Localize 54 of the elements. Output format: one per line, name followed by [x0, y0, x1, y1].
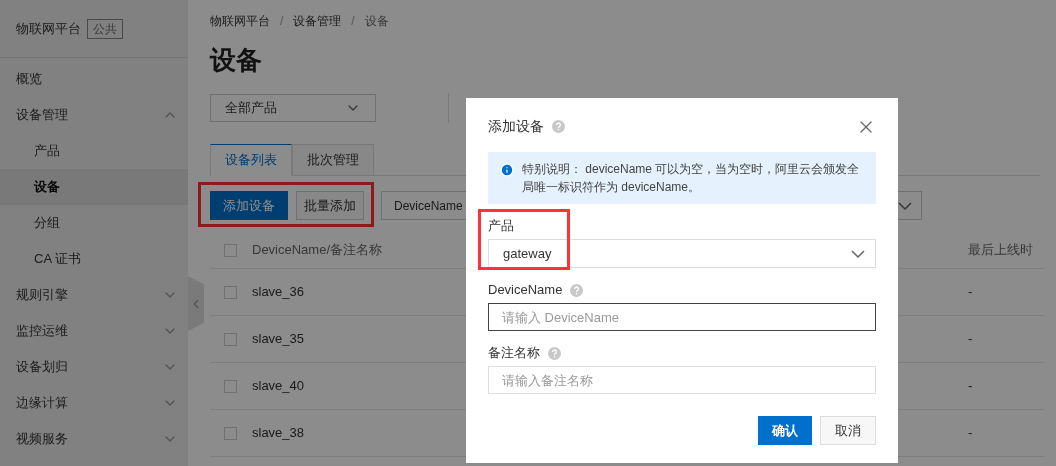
tab[interactable]: 设备列表 [210, 144, 292, 176]
public-tag: 公共 [87, 18, 123, 39]
help-icon [570, 283, 584, 297]
chevron-down-icon [898, 201, 912, 210]
confirm-button[interactable]: 确认 [758, 416, 812, 445]
column-header: 最后上线时 [968, 241, 1034, 260]
device-name-cell-text: slave_38 [252, 424, 305, 443]
device-name-cell-text: slave_40 [252, 377, 305, 396]
sidebar-item[interactable]: 视频服务 [0, 421, 188, 457]
sidebar-item[interactable]: 规则引擎 [0, 277, 188, 313]
sidebar-item[interactable]: 设备管理 [0, 97, 188, 133]
sidebar-item[interactable]: 产品 [0, 133, 188, 169]
last-online-cell-text: - [968, 330, 974, 349]
last-online-cell-text: - [968, 424, 974, 443]
last-online-cell-text: - [968, 377, 974, 396]
tab[interactable]: 批次管理 [292, 144, 374, 176]
sidebar-item[interactable]: 设备 [0, 169, 188, 205]
dialog-title: 添加设备 [488, 117, 544, 136]
last-online-cell-text: - [968, 283, 974, 302]
sidebar-item[interactable]: 分组 [0, 205, 188, 241]
breadcrumb-current: 设备 [364, 13, 389, 30]
product-select[interactable]: 全部产品 [210, 94, 376, 122]
field-label: 产品 [488, 217, 514, 236]
sidebar-item[interactable]: 边缘计算 [0, 385, 188, 421]
select-all-checkbox[interactable] [224, 243, 237, 257]
add-device-button[interactable]: 添加设备 [210, 191, 288, 220]
field-label: DeviceName [488, 281, 563, 300]
help-icon [552, 120, 565, 133]
cancel-button[interactable]: 取消 [820, 416, 876, 445]
row-checkbox[interactable] [224, 285, 237, 299]
breadcrumb-separator: / [280, 13, 284, 30]
device-name-cell-text: slave_35 [252, 330, 305, 349]
row-checkbox[interactable] [224, 332, 237, 346]
product-select[interactable]: gateway [488, 239, 876, 268]
page-title: 设备 [210, 44, 263, 76]
notice-text: 特别说明： deviceName 可以为空，当为空时，阿里云会颁发全局唯一标识符作为 deviceName。 [522, 161, 861, 196]
info-icon [500, 163, 514, 177]
device-name-cell-text: slave_36 [252, 283, 305, 302]
field-label: 备注名称 [488, 344, 540, 363]
sidebar-item[interactable]: 概览 [0, 61, 188, 97]
sidebar-item[interactable]: CA 证书 [0, 241, 188, 277]
breadcrumb-separator: / [351, 13, 355, 30]
sidebar-item[interactable]: 设备划归 [0, 349, 188, 385]
text-field[interactable]: 请输入 DeviceName [488, 303, 876, 331]
help-icon [548, 346, 561, 360]
breadcrumb-link[interactable]: 物联网平台 [210, 12, 270, 30]
batch-add-button[interactable]: 批量添加 [296, 191, 364, 220]
chevron-down-icon [851, 249, 865, 258]
row-checkbox[interactable] [224, 426, 237, 440]
sidebar-item[interactable]: 监控运维 [0, 313, 188, 349]
app-title: 物联网平台 [16, 19, 81, 38]
breadcrumb-link[interactable]: 设备管理 [293, 12, 342, 30]
row-checkbox[interactable] [224, 379, 237, 393]
column-header: DeviceName/备注名称 [252, 241, 383, 260]
